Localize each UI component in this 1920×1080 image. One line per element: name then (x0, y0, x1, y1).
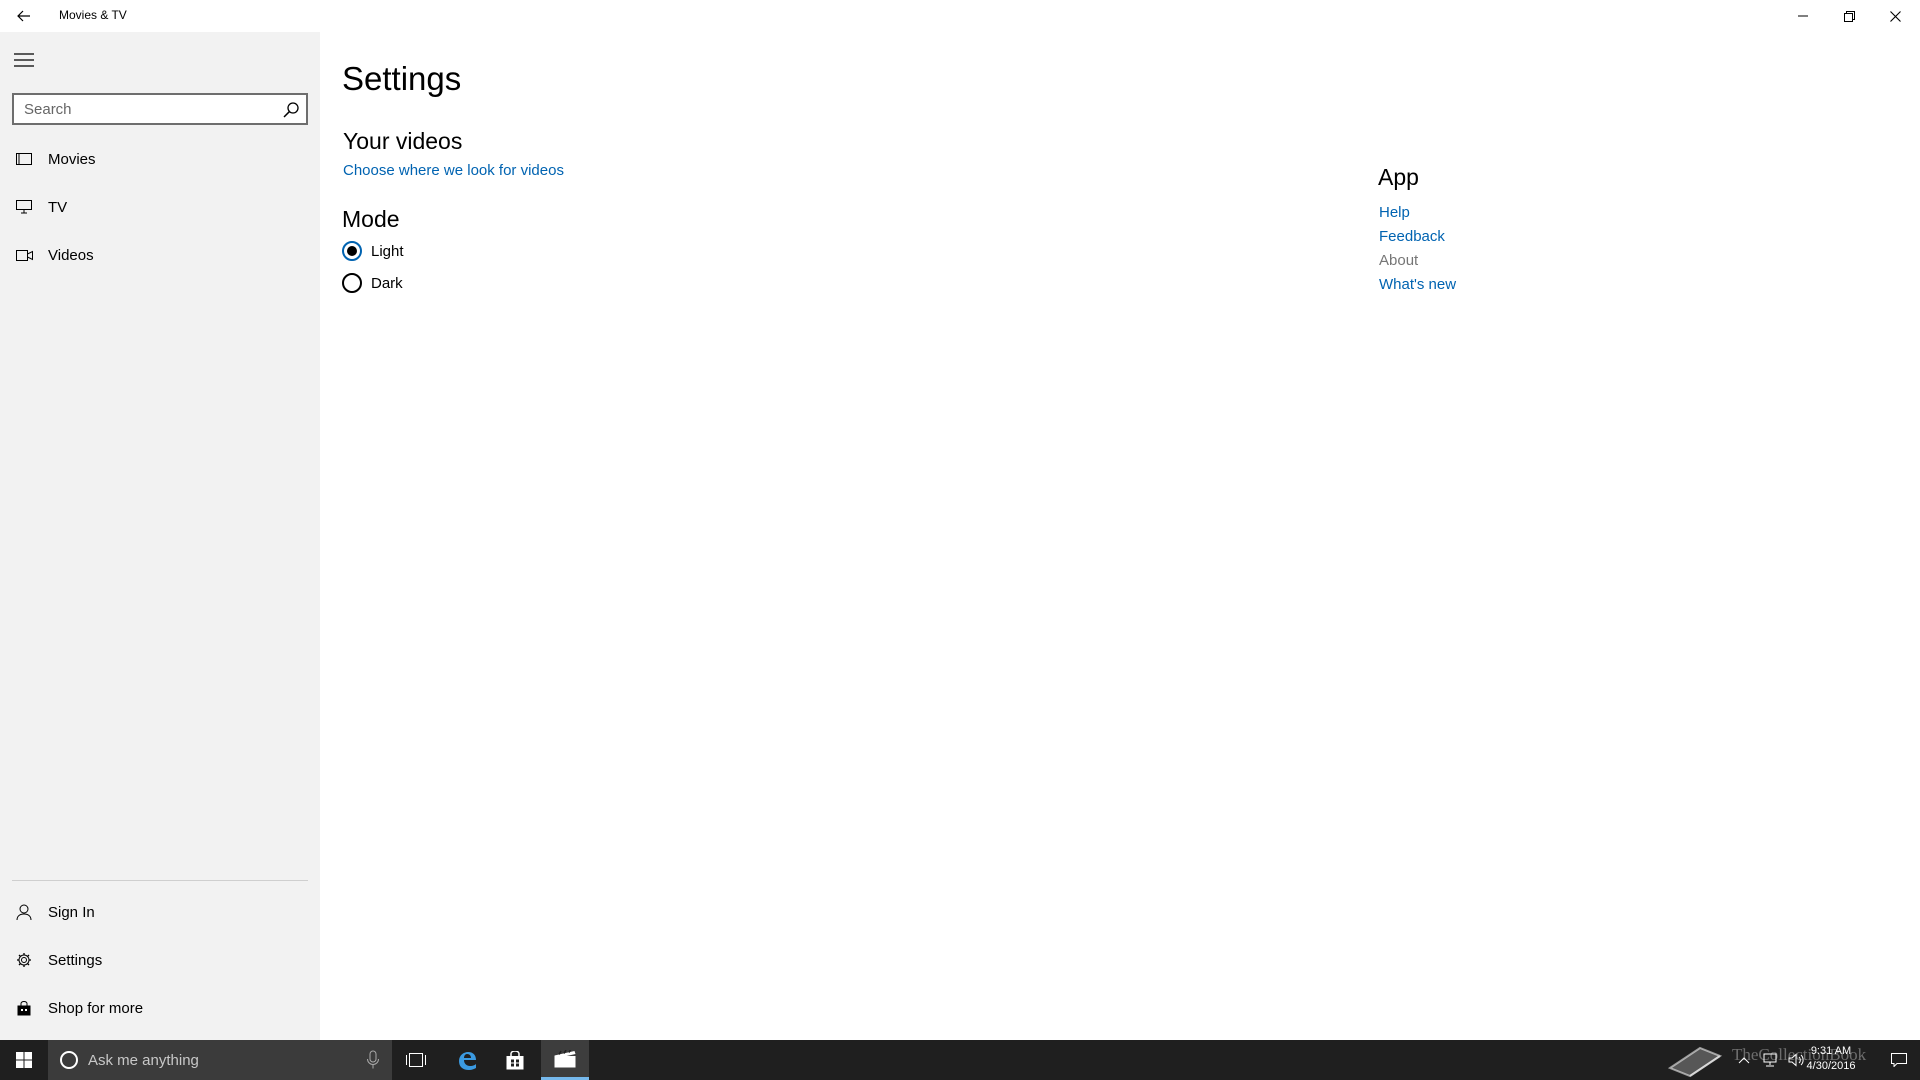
sidebar-item-tv[interactable]: TV (0, 183, 320, 231)
person-icon (0, 888, 48, 936)
taskbar-movies-tv[interactable] (541, 1040, 589, 1080)
notification-icon (1891, 1053, 1907, 1067)
hamburger-icon (14, 53, 34, 67)
mode-option-light[interactable]: Light (342, 241, 404, 261)
your-videos-heading: Your videos (343, 128, 463, 154)
video-camera-icon (0, 231, 48, 279)
sidebar-item-shop[interactable]: Shop for more (0, 984, 320, 1032)
restore-icon (1843, 10, 1855, 22)
radio-button-dark[interactable] (342, 273, 362, 293)
page-title: Settings (342, 60, 462, 97)
feedback-link[interactable]: Feedback (1379, 228, 1445, 245)
sidebar-item-label: Settings (48, 951, 103, 969)
cortana-icon (60, 1051, 78, 1069)
store-icon (506, 1050, 524, 1069)
sidebar-item-label: TV (48, 198, 68, 216)
radio-label-dark: Dark (371, 274, 403, 292)
mode-heading: Mode (342, 206, 400, 232)
windows-logo-icon (16, 1052, 32, 1068)
sidebar-item-label: Movies (48, 150, 96, 168)
help-link[interactable]: Help (1379, 204, 1410, 221)
hamburger-button[interactable] (0, 36, 48, 84)
choose-video-folders-link[interactable]: Choose where we look for videos (343, 162, 564, 179)
clapperboard-icon (554, 1049, 576, 1067)
gear-icon (0, 936, 48, 984)
title-bar: Movies & TV (0, 0, 1920, 32)
start-button[interactable] (0, 1040, 48, 1080)
search-placeholder: Search (24, 101, 72, 118)
close-button[interactable] (1872, 0, 1918, 32)
about-link[interactable]: About (1379, 252, 1418, 269)
sidebar-item-sign-in[interactable]: Sign In (0, 888, 320, 936)
sidebar-item-settings[interactable]: Settings (0, 936, 320, 984)
whats-new-link[interactable]: What's new (1379, 276, 1456, 293)
taskbar-store[interactable] (491, 1040, 539, 1080)
sidebar-item-label: Shop for more (48, 999, 144, 1017)
task-view-button[interactable] (392, 1040, 440, 1080)
radio-button-light[interactable] (342, 241, 362, 261)
tv-icon (0, 183, 48, 231)
edge-browser-icon (459, 1052, 476, 1070)
close-icon (1889, 10, 1901, 22)
radio-selected-dot (347, 246, 357, 256)
sidebar-divider (12, 880, 308, 881)
taskbar-edge[interactable] (443, 1040, 491, 1080)
mode-option-dark[interactable]: Dark (342, 273, 403, 293)
cortana-search-box[interactable]: Ask me anything (48, 1040, 392, 1080)
minimize-icon (1798, 15, 1808, 17)
microphone-icon[interactable] (366, 1050, 380, 1070)
radio-label-light: Light (371, 242, 404, 260)
search-icon[interactable] (282, 101, 300, 119)
store-bag-icon (0, 984, 48, 1032)
minimize-button[interactable] (1780, 0, 1826, 32)
task-view-icon (406, 1053, 426, 1067)
sidebar-item-label: Videos (48, 246, 94, 264)
sidebar-item-videos[interactable]: Videos (0, 231, 320, 279)
search-input[interactable]: Search (12, 93, 308, 125)
film-icon (0, 135, 48, 183)
sidebar: Search Movies TV Videos Sign In Settings (0, 32, 320, 1040)
sidebar-item-movies[interactable]: Movies (0, 135, 320, 183)
back-button[interactable] (0, 0, 48, 32)
app-heading: App (1378, 164, 1419, 190)
watermark-text: TheCollectionBook (1732, 1045, 1867, 1064)
taskbar: Ask me anything 9:31 AM 4/30/2016 (0, 1040, 1920, 1080)
cortana-placeholder: Ask me anything (88, 1051, 199, 1069)
action-center-button[interactable] (1878, 1040, 1920, 1080)
sidebar-item-label: Sign In (48, 903, 95, 921)
back-arrow-icon (17, 10, 30, 22)
restore-button[interactable] (1826, 0, 1872, 32)
window-title: Movies & TV (59, 8, 127, 22)
settings-page: Settings Your videos Choose where we loo… (320, 32, 1920, 1040)
